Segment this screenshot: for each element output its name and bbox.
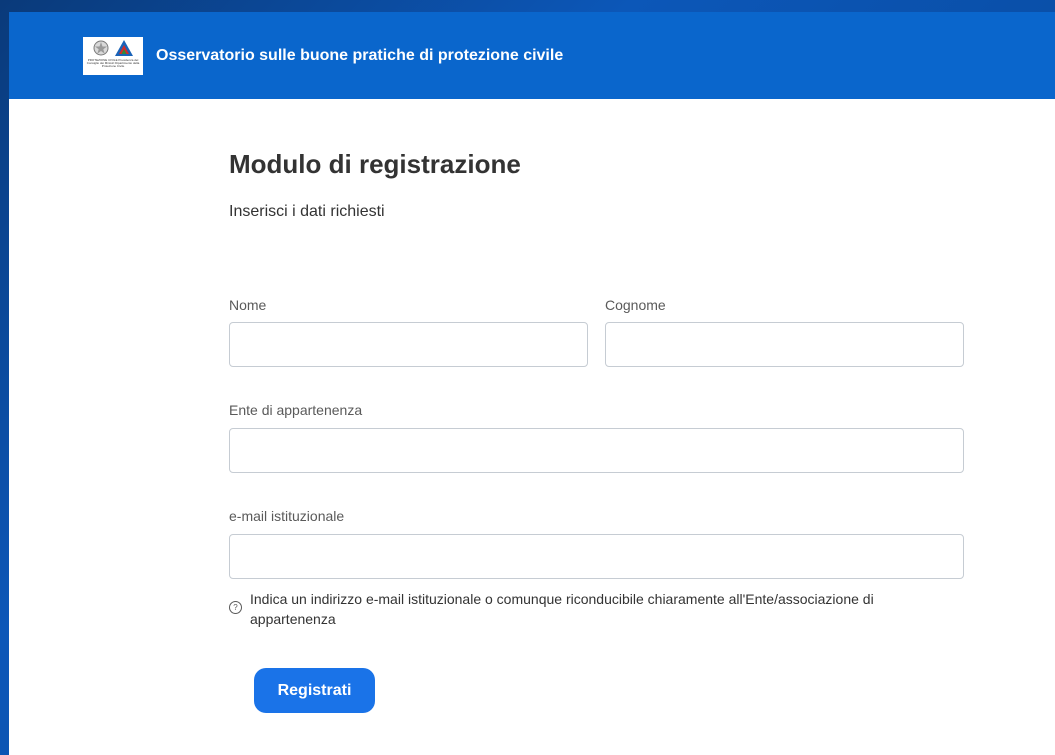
site-title[interactable]: Osservatorio sulle buone pratiche di pro… (156, 47, 563, 65)
cognome-input[interactable] (605, 322, 964, 367)
question-circle-icon: ? (229, 601, 242, 614)
app-window: PROTEZIONE CIVILE Presidenza del Consigl… (9, 12, 1055, 755)
logo-caption: PROTEZIONE CIVILE Presidenza del Consigl… (86, 57, 140, 68)
page-subtitle: Inserisci i dati richiesti (229, 203, 385, 220)
email-label: e-mail istituzionale (229, 508, 345, 524)
site-header: PROTEZIONE CIVILE Presidenza del Consigl… (9, 12, 1055, 99)
logo-emblems (92, 39, 134, 57)
civil-protection-triangle-icon (115, 39, 133, 56)
ente-input[interactable] (229, 428, 964, 473)
email-input[interactable] (229, 534, 964, 579)
protezione-civile-logo[interactable]: PROTEZIONE CIVILE Presidenza del Consigl… (83, 36, 143, 75)
email-help-text: Indica un indirizzo e-mail istituzionale… (250, 591, 874, 627)
cognome-label: Cognome (605, 297, 666, 313)
email-help: ? Indica un indirizzo e-mail istituziona… (229, 589, 949, 629)
italian-emblem-icon (93, 40, 109, 55)
nome-input[interactable] (229, 322, 588, 367)
register-button[interactable]: Registrati (254, 668, 375, 713)
ente-label: Ente di appartenenza (229, 402, 363, 418)
page-title: Modulo di registrazione (229, 149, 521, 179)
nome-label: Nome (229, 297, 267, 313)
